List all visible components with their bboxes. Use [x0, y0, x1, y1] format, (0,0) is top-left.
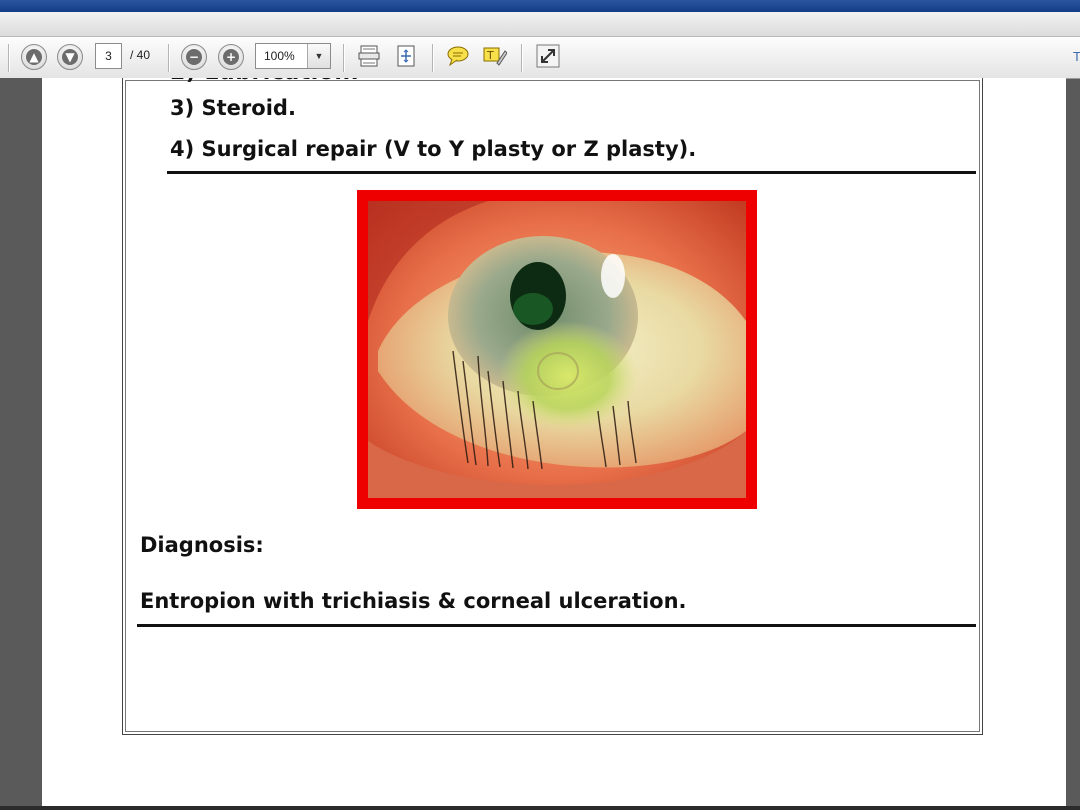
section-divider [137, 624, 976, 627]
menu-bar [0, 12, 1080, 37]
full-screen-button[interactable] [536, 44, 560, 68]
zoom-out-button[interactable]: − [181, 44, 207, 70]
toolbar-separator [432, 44, 433, 72]
fit-width-icon [358, 45, 380, 67]
next-page-button[interactable]: ▼ [57, 44, 83, 70]
svg-text:T: T [486, 49, 494, 62]
zoom-in-button[interactable]: + [218, 44, 244, 70]
zoom-select[interactable]: 100% ▼ [255, 43, 331, 69]
fit-page-button[interactable] [394, 44, 418, 68]
document-background [0, 78, 42, 810]
arrow-down-icon: ▼ [62, 49, 78, 65]
eye-photo [368, 201, 746, 498]
comment-button[interactable] [446, 44, 470, 68]
taskbar-edge [0, 806, 1080, 810]
highlight-text-button[interactable]: T [483, 44, 507, 68]
list-item: 3) Steroid. [170, 96, 296, 120]
arrow-up-icon: ▲ [26, 49, 42, 65]
section-divider [167, 171, 976, 174]
speech-bubble-icon [447, 46, 469, 67]
window-title-bar [0, 0, 1080, 12]
diagnosis-text: Entropion with trichiasis & corneal ulce… [140, 589, 687, 613]
plus-icon: + [223, 49, 239, 65]
toolbar-separator [521, 44, 522, 72]
previous-page-button[interactable]: ▲ [21, 44, 47, 70]
text-edit-icon: T [483, 47, 507, 66]
page-number-input[interactable] [95, 43, 122, 69]
minus-icon: − [186, 49, 202, 65]
fit-width-button[interactable] [357, 44, 381, 68]
eye-photo-frame [357, 190, 757, 509]
list-item: 4) Surgical repair (V to Y plasty or Z p… [170, 137, 697, 161]
zoom-value: 100% [264, 49, 295, 63]
diagnosis-label: Diagnosis: [140, 533, 264, 557]
fit-page-icon [397, 45, 415, 67]
toolbar-edge-text: T [1073, 49, 1080, 64]
page-total-label: / 40 [130, 48, 151, 62]
toolbar-separator [343, 44, 344, 72]
toolbar-separator [8, 44, 9, 72]
chevron-down-icon[interactable]: ▼ [307, 44, 330, 68]
toolbar-separator [168, 44, 169, 72]
expand-icon [536, 44, 560, 68]
